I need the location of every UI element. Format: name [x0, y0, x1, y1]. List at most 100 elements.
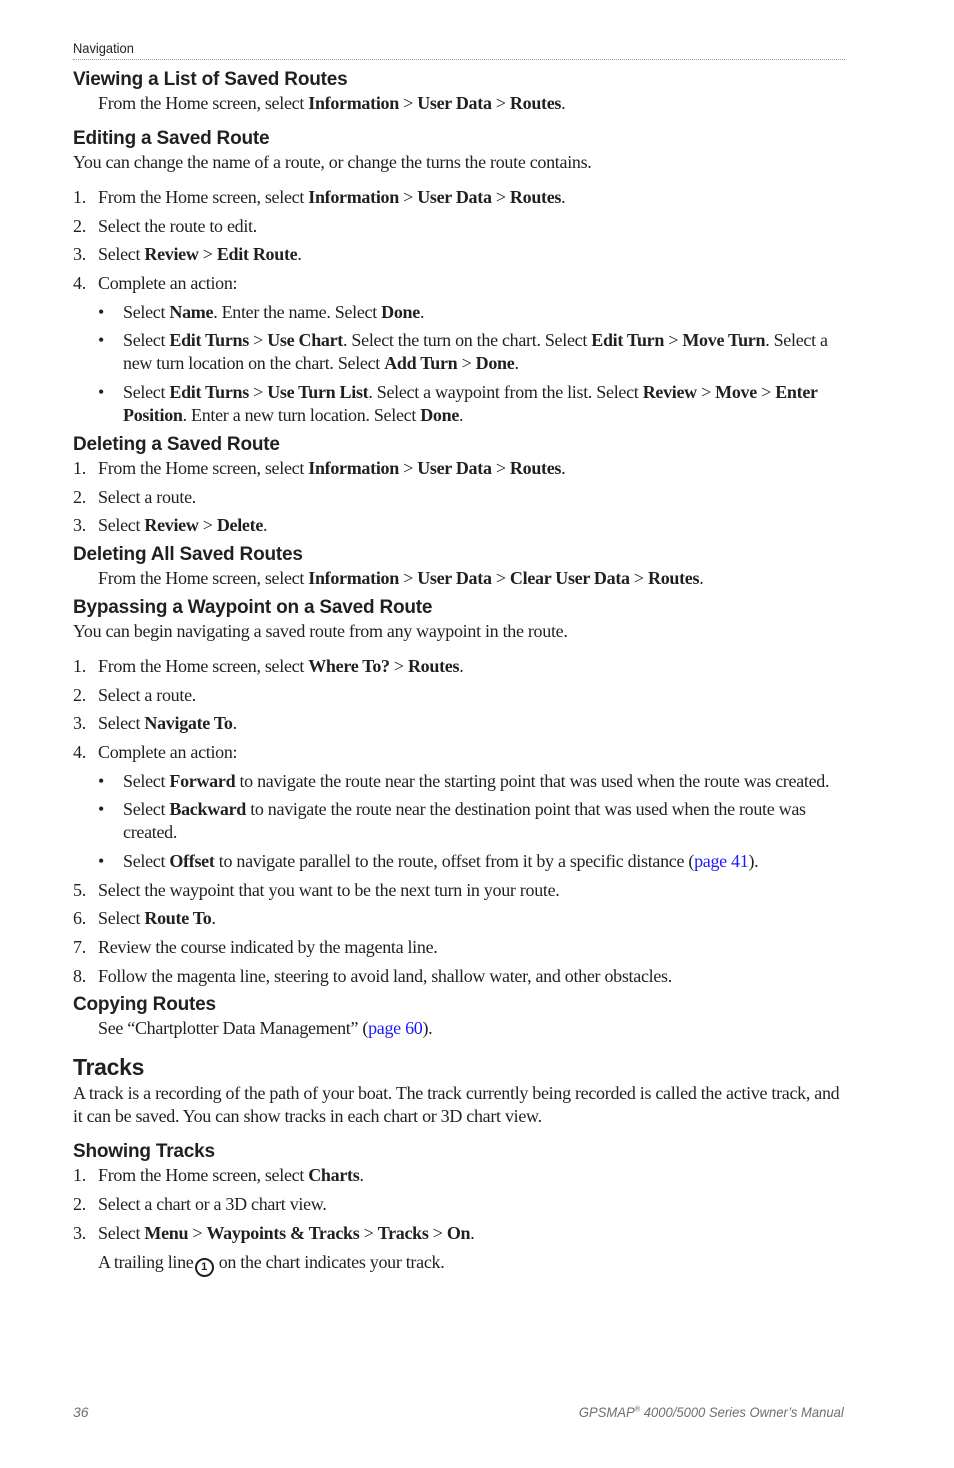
- step-number: 7.: [73, 937, 86, 958]
- text-run: From the Home screen, select: [98, 1165, 309, 1186]
- text-run: Select the waypoint that you want to be …: [98, 879, 560, 900]
- menu-term: User Data: [417, 567, 492, 588]
- bypassing-intro: You can begin navigating a saved route f…: [73, 620, 568, 641]
- text-run: .: [232, 713, 238, 734]
- text-run: Select a route.: [98, 684, 196, 705]
- text-run: .: [459, 655, 464, 676]
- list-step: 2. Select the route to edit.: [73, 215, 845, 238]
- list-step: 1. From the Home screen, select Informati…: [73, 186, 845, 209]
- text-run: .: [561, 93, 566, 113]
- list-step: 1. From the Home screen, select Informati…: [73, 457, 845, 480]
- note-text-after: on the chart indicates your track.: [214, 1251, 445, 1272]
- heading-showing-tracks: Showing Tracks: [73, 1141, 215, 1163]
- list-bullet: • Select Forward to navigate the route ne…: [73, 770, 845, 793]
- note-text-before: A trailing line: [98, 1251, 194, 1272]
- step-number: 8.: [73, 965, 86, 986]
- page-content: Viewing a List of Saved Routes From the …: [73, 68, 845, 1277]
- bypassing-action-bullets: • Select Forward to navigate the route ne…: [73, 770, 845, 873]
- bypassing-steps-a: 1. From the Home screen, select Where To?…: [73, 655, 845, 764]
- step-number: 3.: [73, 515, 86, 536]
- text-run: Select: [98, 713, 145, 734]
- menu-term: User Data: [417, 457, 492, 478]
- running-header: Navigation: [73, 40, 134, 56]
- text-run: ).: [748, 851, 759, 871]
- text-run: Complete an action:: [98, 741, 238, 762]
- menu-term: Review: [144, 515, 199, 536]
- header-divider: [73, 59, 845, 60]
- tracks-intro: A track is a recording of the path of yo…: [73, 1083, 840, 1127]
- deleting-all-instruction: From the Home screen, select Information…: [73, 567, 845, 590]
- step-number: 2.: [73, 1194, 86, 1215]
- text-run: >: [491, 187, 510, 207]
- text-run: .: [514, 353, 519, 374]
- text-run: ).: [422, 1018, 433, 1039]
- text-run: .: [359, 1165, 364, 1186]
- list-step: 1. From the Home screen, select Charts.: [73, 1164, 845, 1187]
- list-step: 4. Complete an action:: [73, 272, 845, 295]
- text-run: .: [297, 244, 302, 265]
- manual-page: Navigation Viewing a List of Saved Route…: [0, 0, 954, 1468]
- text-run: .: [470, 1222, 475, 1243]
- text-run: Select the route to edit.: [98, 215, 257, 236]
- list-bullet: • Select Edit Turns > Use Turn List. Sele…: [73, 381, 845, 427]
- text-run: Select: [123, 382, 170, 403]
- menu-term: Move Turn: [682, 330, 766, 351]
- menu-term: Add Turn: [384, 353, 458, 374]
- step-number: 1.: [73, 655, 86, 676]
- text-run: >: [198, 515, 217, 536]
- step-number: 2.: [73, 486, 86, 507]
- menu-term: Information: [308, 457, 399, 478]
- step-number: 4.: [73, 273, 86, 294]
- list-bullet: • Select Edit Turns > Use Chart. Select t…: [73, 329, 845, 375]
- text-run: Select: [98, 515, 145, 536]
- text-run: .: [459, 405, 464, 426]
- list-step: 1. From the Home screen, select Where To?…: [73, 655, 845, 678]
- menu-term: Routes: [648, 567, 700, 588]
- menu-term: Done: [381, 301, 420, 322]
- step-number: 1.: [73, 457, 86, 478]
- menu-term: Edit Route: [216, 244, 298, 265]
- manual-title: GPSMAP® 4000/5000 Series Owner’s Manual: [579, 1404, 844, 1420]
- menu-term: Where To?: [308, 655, 390, 676]
- menu-term: Charts: [308, 1165, 360, 1186]
- text-run: .: [699, 567, 704, 588]
- copying-instruction: See “Chartplotter Data Management” (page…: [73, 1017, 845, 1040]
- viewing-instruction: From the Home screen, select Information…: [73, 92, 845, 115]
- step-number: 2.: [73, 215, 86, 236]
- step-number: 1.: [73, 1165, 86, 1186]
- text-run: to navigate parallel to the route, offse…: [214, 851, 695, 871]
- editing-intro: You can change the name of a route, or c…: [73, 152, 592, 172]
- menu-term: User Data: [417, 187, 492, 207]
- step-number: 3.: [73, 244, 86, 265]
- text-run: >: [398, 187, 418, 207]
- text-run: .: [561, 457, 566, 478]
- page-link[interactable]: page 41: [694, 851, 749, 871]
- text-run: From the Home screen, select: [98, 655, 309, 676]
- text-run: >: [248, 382, 268, 403]
- menu-term: User Data: [417, 93, 492, 113]
- menu-term: Clear User Data: [509, 567, 630, 588]
- heading-deleting-saved-route: Deleting a Saved Route: [73, 433, 280, 455]
- text-run: .: [263, 515, 268, 536]
- menu-term: Menu: [144, 1222, 189, 1243]
- menu-term: Edit Turn: [591, 330, 665, 351]
- text-run: >: [398, 457, 418, 478]
- bullet-icon: •: [98, 301, 105, 322]
- menu-term: Routes: [509, 457, 562, 478]
- menu-term: Use Chart: [267, 330, 344, 351]
- menu-term: Information: [308, 187, 399, 207]
- text-run: See “Chartplotter Data Management” (: [98, 1018, 369, 1039]
- heading-editing-saved-route: Editing a Saved Route: [73, 128, 270, 149]
- text-run: From the Home screen, select: [98, 567, 309, 588]
- menu-term: Navigate To: [144, 713, 233, 734]
- text-run: From the Home screen, select: [98, 93, 309, 113]
- editing-action-bullets: • Select Name. Enter the name. Select Don…: [73, 301, 845, 427]
- text-run: . Enter the name. Select: [213, 301, 382, 322]
- trailing-line-note: A trailing line 1 on the chart indicates …: [73, 1251, 845, 1277]
- list-step: 3. Select Menu > Waypoints & Tracks > Tra…: [73, 1222, 845, 1245]
- page-link[interactable]: page 60: [368, 1018, 423, 1038]
- menu-term: On: [446, 1222, 471, 1243]
- menu-term: Edit Turns: [169, 382, 249, 403]
- text-run: Select: [123, 301, 170, 322]
- heading-deleting-all-routes: Deleting All Saved Routes: [73, 543, 303, 565]
